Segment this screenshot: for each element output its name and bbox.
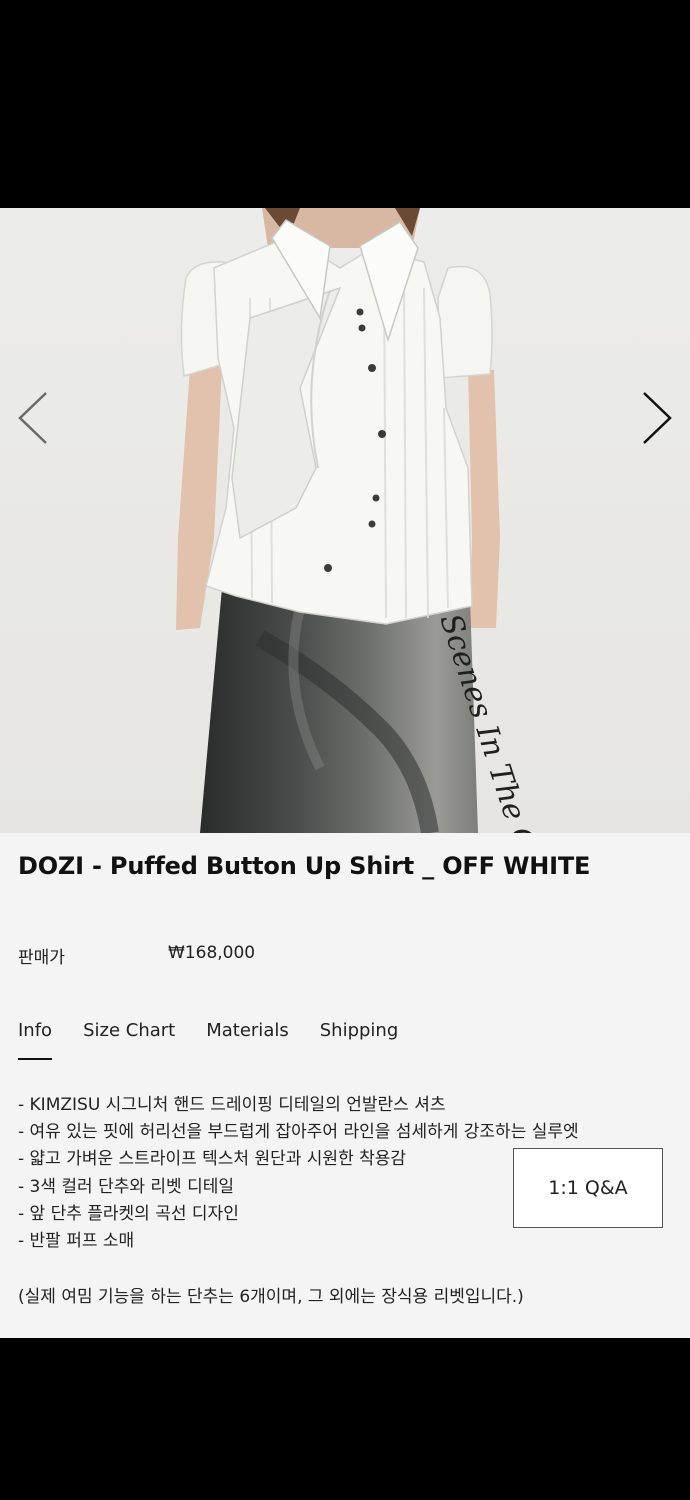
button-note: (실제 여밈 기능을 하는 단추는 6개이며, 그 외에는 장식용 리벳입니다.…: [18, 1287, 524, 1307]
description-line: - 반팔 퍼프 소매: [18, 1231, 135, 1252]
bottom-black-bar: [0, 1338, 690, 1500]
description-line: - 앞 단추 플라켓의 곡선 디자인: [18, 1203, 239, 1224]
tab-shipping[interactable]: Shipping: [320, 1020, 399, 1060]
product-description: - KIMZISU 시그니처 핸드 드레이핑 디테일의 언발란스 셔츠 - 여유…: [18, 1092, 579, 1255]
description-line: - KIMZISU 시그니처 핸드 드레이핑 디테일의 언발란스 셔츠: [18, 1095, 446, 1115]
price-value: ₩168,000: [168, 943, 256, 963]
description-line: - 여유 있는 핏에 허리선을 부드럽게 잡아주어 라인을 섬세하게 강조하는 …: [18, 1122, 579, 1143]
tab-info[interactable]: Info: [18, 1020, 53, 1060]
gallery-next-button[interactable]: [630, 388, 680, 448]
product-title: DOZI - Puffed Button Up Shirt _ OFF WHIT…: [18, 852, 591, 880]
price-label: 판매가: [18, 948, 65, 968]
description-line: - 얇고 가벼운 스트라이프 텍스처 원단과 시원한 착용감: [18, 1149, 407, 1170]
product-tabs: Info Size Chart Materials Shipping: [18, 1020, 429, 1060]
qa-button[interactable]: 1:1 Q&A: [513, 1148, 663, 1228]
product-page: Scenes In The Ore DOZI - Puffed Button U…: [0, 208, 690, 1338]
tab-size-chart[interactable]: Size Chart: [83, 1020, 175, 1060]
top-black-bar: [0, 0, 690, 208]
product-image-gallery[interactable]: Scenes In The Ore: [0, 208, 690, 833]
chevron-right-icon: [643, 392, 672, 444]
chevron-left-icon: [18, 392, 47, 444]
product-photo: Scenes In The Ore: [0, 208, 690, 833]
gallery-prev-button[interactable]: [10, 388, 60, 448]
description-line: - 3색 컬러 단추와 리벳 디테일: [18, 1176, 235, 1197]
tab-materials[interactable]: Materials: [206, 1020, 289, 1060]
